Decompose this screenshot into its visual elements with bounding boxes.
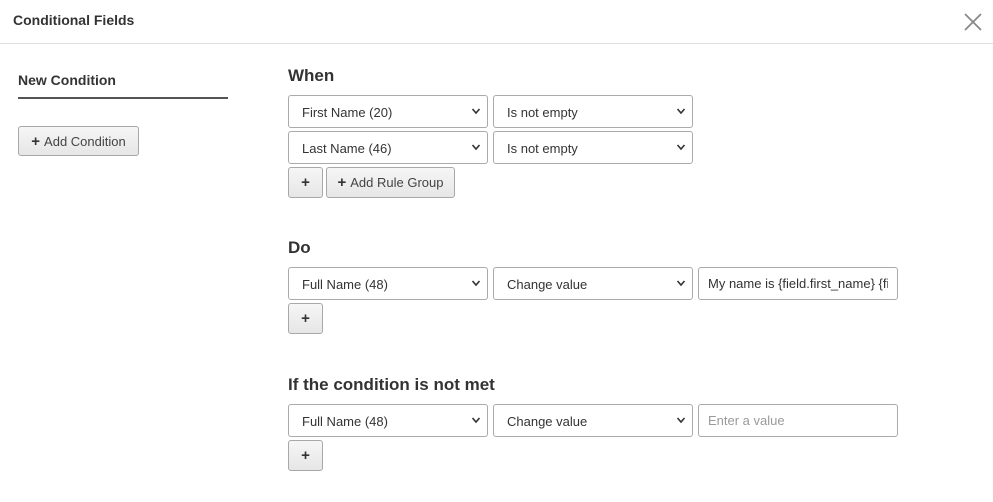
do-action-value: Change value (507, 277, 588, 292)
when-title: When (288, 66, 335, 85)
modal-title: Conditional Fields (13, 12, 135, 28)
do-action-select[interactable]: Change value (493, 267, 693, 300)
otherwise-title: If the condition is not met (288, 375, 495, 394)
tab-new-condition[interactable]: New Condition (18, 72, 228, 99)
chevron-down-icon (676, 417, 686, 424)
plus-icon: + (301, 447, 310, 464)
chevron-down-icon (471, 417, 481, 424)
add-condition-label: Add Condition (44, 133, 126, 149)
chevron-down-icon (676, 144, 686, 151)
do-title: Do (288, 238, 311, 257)
add-otherwise-action-button[interactable]: + (288, 440, 323, 471)
do-value-input[interactable] (698, 267, 898, 300)
chevron-down-icon (471, 108, 481, 115)
otherwise-action-select[interactable]: Change value (493, 404, 693, 437)
plus-icon: + (31, 132, 41, 150)
otherwise-field-value: Full Name (48) (302, 414, 388, 429)
when-field-select-2[interactable]: Last Name (46) (288, 131, 488, 164)
otherwise-value-input[interactable] (698, 404, 898, 437)
when-operator-select-2[interactable]: Is not empty (493, 131, 693, 164)
when-field-value-1: First Name (20) (302, 105, 393, 120)
otherwise-action-value: Change value (507, 414, 588, 429)
close-button[interactable] (962, 11, 984, 33)
add-do-action-button[interactable]: + (288, 303, 323, 334)
tab-new-condition-label: New Condition (18, 72, 116, 88)
add-rule-group-label: Add Rule Group (350, 175, 444, 190)
when-operator-value-1: Is not empty (507, 105, 578, 120)
when-field-select-1[interactable]: First Name (20) (288, 95, 488, 128)
modal-header: Conditional Fields (0, 0, 993, 44)
plus-icon: + (301, 310, 310, 327)
chevron-down-icon (471, 144, 481, 151)
add-condition-button[interactable]: + Add Condition (18, 126, 139, 156)
do-field-value: Full Name (48) (302, 277, 388, 292)
when-field-value-2: Last Name (46) (302, 141, 392, 156)
when-operator-value-2: Is not empty (507, 141, 578, 156)
do-field-select[interactable]: Full Name (48) (288, 267, 488, 300)
chevron-down-icon (471, 280, 481, 287)
plus-icon: + (337, 174, 347, 191)
otherwise-field-select[interactable]: Full Name (48) (288, 404, 488, 437)
chevron-down-icon (676, 280, 686, 287)
plus-icon: + (301, 174, 310, 191)
add-rule-group-button[interactable]: + Add Rule Group (326, 167, 455, 198)
close-icon (964, 13, 982, 31)
chevron-down-icon (676, 108, 686, 115)
when-operator-select-1[interactable]: Is not empty (493, 95, 693, 128)
add-rule-button[interactable]: + (288, 167, 323, 198)
